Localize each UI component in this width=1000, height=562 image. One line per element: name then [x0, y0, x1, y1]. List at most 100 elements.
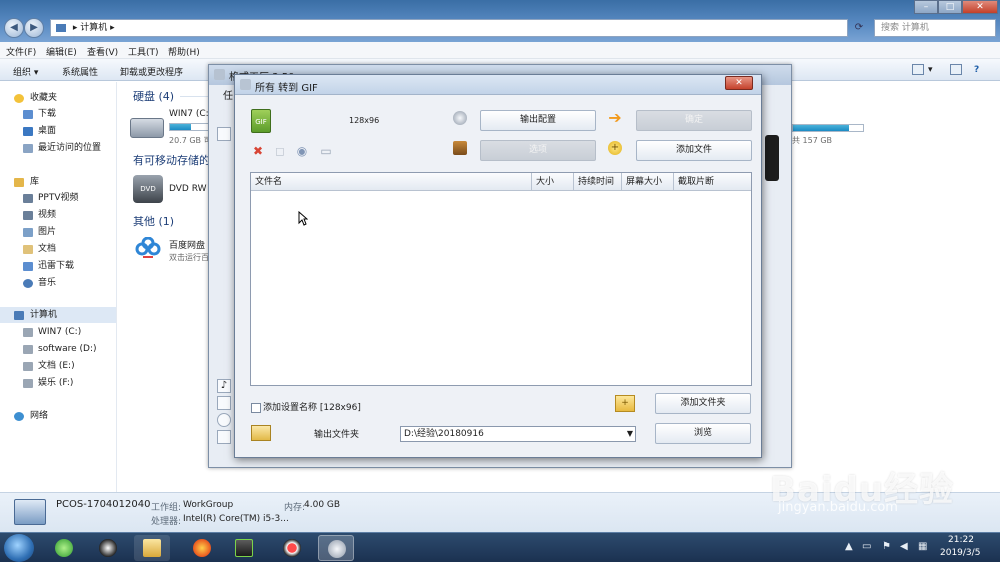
pc-name: PCOS-1704012040 — [56, 499, 151, 510]
maximize-button[interactable]: □ — [938, 0, 962, 14]
sidebar-item-downloads[interactable]: 下载 — [0, 106, 116, 122]
file-list-header: 文件名 大小 持续时间 屏幕大小 截取片断 — [251, 173, 751, 191]
breadcrumb-arrow: ▸ — [110, 23, 115, 33]
removable-group-header[interactable]: 有可移动存储的 — [133, 152, 210, 168]
ok-button[interactable]: 确定 — [636, 110, 752, 131]
menu-view[interactable]: 查看(V) — [87, 45, 118, 58]
sidebar-drive-e[interactable]: 文档 (E:) — [0, 358, 116, 374]
browse-button[interactable]: 浏览 — [655, 423, 751, 444]
documents-icon — [23, 245, 33, 254]
menu-file[interactable]: 文件(F) — [6, 45, 36, 58]
info-icon[interactable]: ▭ — [319, 144, 333, 158]
sidebar-computer[interactable]: 计算机 — [0, 307, 116, 323]
sidebar-item-recent[interactable]: 最近访问的位置 — [0, 140, 116, 156]
taskbar-format-factory[interactable] — [318, 535, 354, 561]
column-size[interactable]: 大小 — [532, 173, 574, 191]
baidu-netdisk-name[interactable]: 百度网盘 — [169, 238, 205, 251]
dvd-drive-name[interactable]: DVD RW — [169, 184, 207, 194]
sidebar-drive-d[interactable]: software (D:) — [0, 341, 116, 357]
tool-icon[interactable] — [217, 430, 231, 444]
sidebar-network[interactable]: 网络 — [0, 408, 116, 424]
view-options-icon[interactable] — [912, 64, 924, 75]
play-icon[interactable]: ◉ — [295, 144, 309, 158]
forward-button[interactable]: ▶ — [24, 18, 44, 38]
back-button[interactable]: ◀ — [4, 18, 24, 38]
preview-pane-icon[interactable] — [950, 64, 962, 75]
close-button[interactable]: ✕ — [962, 0, 998, 14]
disc-icon[interactable] — [217, 413, 231, 427]
output-config-button[interactable]: 输出配置 — [480, 110, 596, 131]
sidebar-drive-f[interactable]: 娱乐 (F:) — [0, 375, 116, 391]
tray-network-icon[interactable]: ▦ — [918, 541, 927, 552]
menu-tools[interactable]: 工具(T) — [128, 45, 159, 58]
organize-button[interactable]: 组织 ▾ — [13, 65, 38, 78]
hard-drive-icon[interactable] — [130, 118, 164, 138]
dvd-drive-icon[interactable]: DVD — [133, 175, 163, 203]
address-bar[interactable]: ▸ 计算机 ▸ — [50, 19, 848, 37]
side-tool-icon[interactable] — [217, 127, 231, 141]
baidu-netdisk-icon[interactable] — [135, 236, 161, 259]
navigation-pane: 收藏夹 下载 桌面 最近访问的位置 库 PPTV视频 视频 图片 文档 迅雷下载… — [0, 82, 117, 492]
sidebar-item-thunder-downloads[interactable]: 迅雷下载 — [0, 258, 116, 274]
sidebar-favorites[interactable]: 收藏夹 — [0, 90, 116, 106]
clear-icon[interactable]: ◻ — [273, 144, 287, 158]
music-note-icon[interactable]: ♪ — [217, 379, 231, 393]
hdd-group-header[interactable]: 硬盘 (4) — [133, 88, 174, 104]
taskbar-firefox[interactable] — [184, 535, 220, 561]
taskbar-media-player[interactable] — [226, 535, 262, 561]
taskbar-360-browser[interactable] — [46, 535, 82, 561]
column-filename[interactable]: 文件名 — [251, 173, 532, 191]
picture-icon[interactable] — [217, 396, 231, 410]
tray-keyboard-icon[interactable]: ▭ — [862, 541, 871, 552]
refresh-button[interactable]: ⟳ — [850, 19, 868, 37]
sidebar-item-pptv[interactable]: PPTV视频 — [0, 190, 116, 206]
sidebar-item-desktop[interactable]: 桌面 — [0, 123, 116, 139]
taskbar-explorer[interactable] — [134, 535, 170, 561]
sidebar-item-documents[interactable]: 文档 — [0, 241, 116, 257]
sidebar-library[interactable]: 库 — [0, 174, 116, 190]
sidebar-item-music[interactable]: 音乐 — [0, 275, 116, 291]
usage-fill — [793, 125, 849, 131]
column-clip[interactable]: 截取片断 — [674, 173, 751, 191]
file-list[interactable]: 文件名 大小 持续时间 屏幕大小 截取片断 — [250, 172, 752, 386]
sidebar-drive-c[interactable]: WIN7 (C:) — [0, 324, 116, 340]
column-screen-size[interactable]: 屏幕大小 — [622, 173, 674, 191]
uninstall-program-button[interactable]: 卸载或更改程序 — [120, 65, 183, 78]
minimize-button[interactable]: – — [914, 0, 938, 14]
start-button[interactable] — [4, 534, 34, 562]
column-duration[interactable]: 持续时间 — [574, 173, 622, 191]
system-properties-button[interactable]: 系统属性 — [62, 65, 98, 78]
download-folder-icon — [23, 110, 33, 119]
format-factory-icon — [328, 540, 346, 558]
arrow-right-icon: ➔ — [608, 108, 622, 127]
output-folder-select[interactable]: D:\经验\20180916 ▼ — [400, 426, 636, 442]
tray-volume-icon[interactable]: ◀ — [900, 541, 908, 552]
drive-c-name[interactable]: WIN7 (C:) — [169, 109, 212, 119]
view-dropdown-icon[interactable]: ▾ — [928, 65, 933, 75]
gif-convert-dialog: 所有 转到 GIF ✕ GIF 128x96 输出配置 ➔ 确定 选项 + 添加… — [234, 74, 762, 458]
clock-time[interactable]: 21:22 — [948, 535, 974, 545]
clock-date[interactable]: 2019/3/5 — [940, 548, 980, 558]
add-setting-name-checkbox[interactable]: 添加设置名称 [128x96] — [251, 400, 361, 413]
drive-icon — [23, 379, 33, 388]
help-icon[interactable]: ? — [974, 65, 979, 75]
drive-icon — [23, 345, 33, 354]
dialog-close-button[interactable]: ✕ — [725, 76, 753, 90]
other-group-header[interactable]: 其他 (1) — [133, 213, 174, 229]
tray-expand-icon[interactable]: ▲ — [845, 541, 853, 552]
ff-tab[interactable]: 任 — [223, 87, 233, 102]
taskbar-recorder[interactable] — [274, 535, 310, 561]
add-file-button[interactable]: 添加文件 — [636, 140, 752, 161]
search-input[interactable]: 搜索 计算机 — [874, 19, 996, 37]
options-button[interactable]: 选项 — [480, 140, 596, 161]
tray-flag-icon[interactable]: ⚑ — [882, 541, 891, 552]
sidebar-item-pictures[interactable]: 图片 — [0, 224, 116, 240]
computer-icon — [14, 311, 24, 320]
menu-edit[interactable]: 编辑(E) — [46, 45, 77, 58]
add-folder-button[interactable]: 添加文件夹 — [655, 393, 751, 414]
sidebar-item-videos[interactable]: 视频 — [0, 207, 116, 223]
menu-help[interactable]: 帮助(H) — [168, 45, 200, 58]
delete-icon[interactable]: ✖ — [251, 144, 265, 158]
taskbar-qq[interactable] — [90, 535, 126, 561]
checkbox[interactable] — [251, 402, 261, 413]
